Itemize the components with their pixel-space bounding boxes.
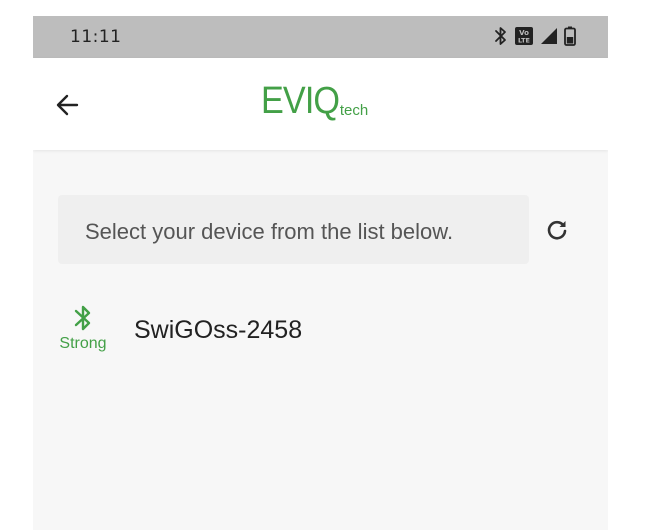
- app-bar: EVIQ tech: [33, 58, 608, 150]
- phone-screen: 11:11 Vo LTE EVIQ tech Select your devic…: [33, 16, 608, 530]
- signal-label: Strong: [59, 335, 107, 352]
- instruction-text: Select your device from the list below.: [85, 219, 454, 244]
- app-logo: EVIQ tech: [261, 82, 368, 120]
- back-button[interactable]: [53, 90, 83, 120]
- arrow-left-icon: [56, 94, 79, 116]
- status-bar: 11:11 Vo LTE: [33, 16, 608, 58]
- battery-icon: [564, 26, 576, 51]
- device-name: SwiGOss-2458: [134, 316, 303, 344]
- bluetooth-icon: [494, 26, 508, 51]
- svg-text:LTE: LTE: [518, 37, 530, 45]
- refresh-button[interactable]: [543, 216, 571, 244]
- status-icons: Vo LTE: [494, 26, 576, 51]
- signal-strength: Strong: [53, 299, 113, 353]
- device-list-item[interactable]: Strong SwiGOss-2458: [53, 299, 573, 369]
- logo-sub-text: tech: [339, 102, 369, 119]
- volte-icon: Vo LTE: [514, 26, 534, 51]
- bluetooth-icon: [74, 305, 91, 331]
- status-time: 11:11: [70, 27, 122, 47]
- refresh-icon: [547, 220, 567, 240]
- instruction-box: Select your device from the list below.: [58, 195, 529, 264]
- signal-icon: [540, 27, 558, 50]
- logo-main-text: EVIQ: [261, 80, 340, 122]
